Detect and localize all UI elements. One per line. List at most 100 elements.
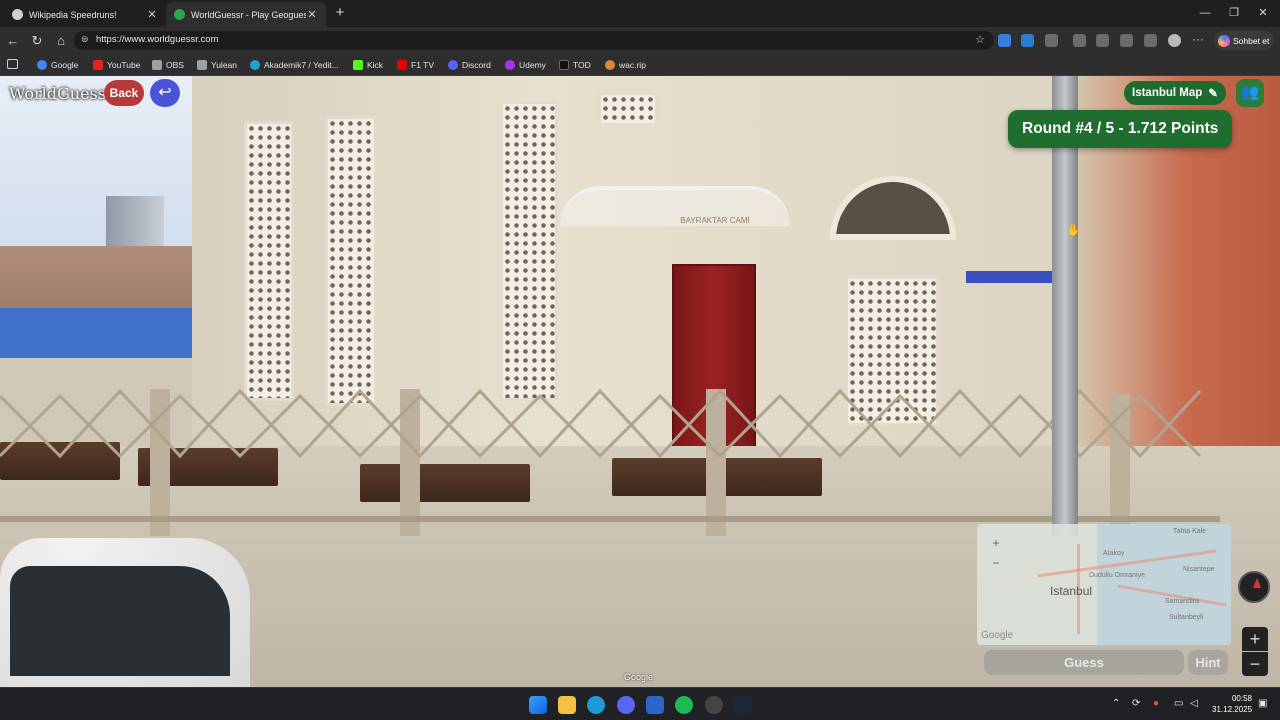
wikipedia-icon	[12, 9, 23, 20]
minimap-place-label: Dudullu Omraniye	[1089, 572, 1146, 579]
back-button[interactable]: Back	[104, 80, 144, 106]
edge-icon[interactable]	[587, 696, 605, 714]
more-menu-icon[interactable]: ···	[1192, 32, 1204, 46]
extensions-icon[interactable]	[1045, 34, 1058, 47]
obs-icon[interactable]	[705, 696, 723, 714]
clock-time: 00:58	[1231, 694, 1252, 703]
bookmark-wacrip[interactable]: wac.rip	[605, 58, 646, 72]
sidebar-toggle-icon[interactable]	[7, 59, 18, 69]
minimize-icon[interactable]: —	[1198, 6, 1212, 20]
compass[interactable]	[1238, 571, 1270, 603]
bookmark-udemy[interactable]: Udemy	[505, 58, 546, 72]
bookmark-label: Akademik7 / Yedit...	[264, 60, 339, 70]
blue-street-sign	[966, 271, 1052, 283]
bookmark-label: Google	[51, 60, 79, 70]
favorite-star-icon[interactable]: ☆	[975, 33, 985, 46]
address-bar-row: ← ↻ ⌂ ⊜ https://www.worldguessr.com ☆ ··…	[0, 27, 1280, 54]
new-tab-button[interactable]: +	[332, 5, 348, 21]
tray-mic-icon[interactable]: ●	[1153, 698, 1159, 709]
back-arrow-icon[interactable]: ←	[5, 33, 21, 49]
return-arrow-icon: ↩	[158, 84, 172, 101]
youtube-icon	[93, 60, 103, 70]
history-icon[interactable]	[1096, 34, 1109, 47]
worldguessr-icon	[174, 9, 185, 20]
round-score-banner: Round #4 / 5 - 1.712 Points	[1008, 110, 1233, 148]
zoom-out-button[interactable]: −	[1242, 652, 1268, 676]
bookmark-label: OBS	[166, 60, 184, 70]
background-houses	[0, 246, 195, 316]
return-to-start-button[interactable]: ↩	[150, 79, 180, 107]
downloads-icon[interactable]	[1120, 34, 1133, 47]
url-input[interactable]: ⊜ https://www.worldguessr.com ☆	[74, 31, 994, 50]
profile-avatar[interactable]	[1168, 34, 1181, 47]
party-button[interactable]: 👥	[1236, 79, 1264, 107]
browser-tab-bar: Wikipedia Speedruns! ✕ WorldGuessr - Pla…	[0, 0, 1280, 27]
guess-button[interactable]: Guess	[984, 650, 1184, 675]
tab-worldguessr[interactable]: WorldGuessr - Play Geoguessr for ✕	[166, 2, 326, 27]
mosque-sign: BAYRAKTAR CAMİ	[680, 216, 750, 225]
restore-icon[interactable]: ❐	[1227, 6, 1241, 20]
minimap-place-label: Nisantepe	[1183, 566, 1215, 573]
guess-minimap[interactable]: + − Istanbul Atakoy Tahta Kale Dudullu O…	[977, 524, 1231, 645]
obs-icon	[152, 60, 162, 70]
minimap-place-label: Samandira	[1165, 598, 1199, 605]
minimap-zoom-in-button[interactable]: +	[989, 536, 1003, 550]
minimap-zoom-out-button[interactable]: −	[989, 556, 1003, 570]
bookmark-obs[interactable]: OBS	[152, 58, 184, 72]
bookmark-label: wac.rip	[619, 60, 646, 70]
close-window-icon[interactable]: ✕	[1256, 6, 1270, 20]
bookmark-f1tv[interactable]: F1 TV	[397, 58, 434, 72]
map-name-label: Istanbul Map	[1132, 87, 1203, 99]
screenshot-icon[interactable]	[1144, 34, 1157, 47]
bookmark-yulean[interactable]: Yulean	[197, 58, 237, 72]
hint-button[interactable]: Hint	[1188, 650, 1228, 675]
worldguessr-logo: WorldGuessr	[9, 84, 114, 103]
spotify-icon[interactable]	[675, 696, 693, 714]
google-attribution: Google	[624, 672, 654, 682]
akademik-icon	[250, 60, 260, 70]
tray-sync-icon[interactable]: ⟳	[1132, 698, 1140, 709]
collections-icon[interactable]	[1073, 34, 1086, 47]
discord-icon[interactable]	[617, 696, 635, 714]
read-aloud-icon[interactable]	[998, 34, 1011, 47]
refresh-icon[interactable]: ↻	[29, 33, 45, 49]
discord-icon	[448, 60, 458, 70]
tool-app-icon[interactable]	[646, 696, 664, 714]
file-explorer-icon[interactable]	[558, 696, 576, 714]
bookmark-tod[interactable]: TOD	[559, 58, 591, 72]
taskbar-clock[interactable]: 00:58 31.12.2025	[1212, 693, 1252, 715]
tray-network-icon[interactable]: ▭	[1174, 698, 1183, 709]
tab-close-icon[interactable]: ✕	[146, 8, 158, 21]
minimap-place-label: Sultanbeyli	[1169, 614, 1204, 621]
fence-pattern	[0, 388, 1202, 459]
tab-close-icon[interactable]: ✕	[306, 8, 318, 21]
bookmark-youtube[interactable]: YouTube	[93, 58, 140, 72]
windows-start-icon[interactable]	[529, 696, 547, 714]
lattice-window	[325, 116, 377, 406]
zoom-in-button[interactable]: +	[1242, 627, 1268, 651]
windows-taskbar: ⌃ ⟳ ● ▭ ◁ 00:58 31.12.2025 ▣	[0, 687, 1280, 720]
bookmark-google[interactable]: Google	[37, 58, 78, 72]
extension-shield-icon[interactable]	[1021, 34, 1034, 47]
kick-icon	[353, 60, 363, 70]
steam-icon[interactable]	[734, 696, 752, 714]
tray-volume-icon[interactable]: ◁	[1190, 698, 1198, 709]
blue-building	[0, 308, 192, 358]
bookmark-akademik[interactable]: Akademik7 / Yedit...	[250, 58, 339, 72]
bookmark-kick[interactable]: Kick	[353, 58, 383, 72]
home-icon[interactable]: ⌂	[53, 33, 69, 49]
tab-wikipedia-speedruns[interactable]: Wikipedia Speedruns! ✕	[4, 2, 166, 27]
copilot-chat-button[interactable]: Sohbet et	[1214, 31, 1274, 50]
map-name-button[interactable]: Istanbul Map ✎	[1124, 81, 1226, 105]
tray-chevron-icon[interactable]: ⌃	[1112, 698, 1120, 709]
clock-date: 31.12.2025	[1212, 705, 1253, 714]
tab-title: Wikipedia Speedruns!	[29, 9, 117, 20]
site-info-icon[interactable]: ⊜	[81, 34, 89, 45]
notification-icon[interactable]: ▣	[1258, 698, 1267, 709]
fence-rail	[0, 516, 1220, 522]
bookmark-label: Yulean	[211, 60, 237, 70]
f1tv-icon	[397, 60, 407, 70]
minimap-place-label: Tahta Kale	[1173, 528, 1207, 535]
bookmark-discord[interactable]: Discord	[448, 58, 491, 72]
lattice-window	[598, 92, 658, 126]
